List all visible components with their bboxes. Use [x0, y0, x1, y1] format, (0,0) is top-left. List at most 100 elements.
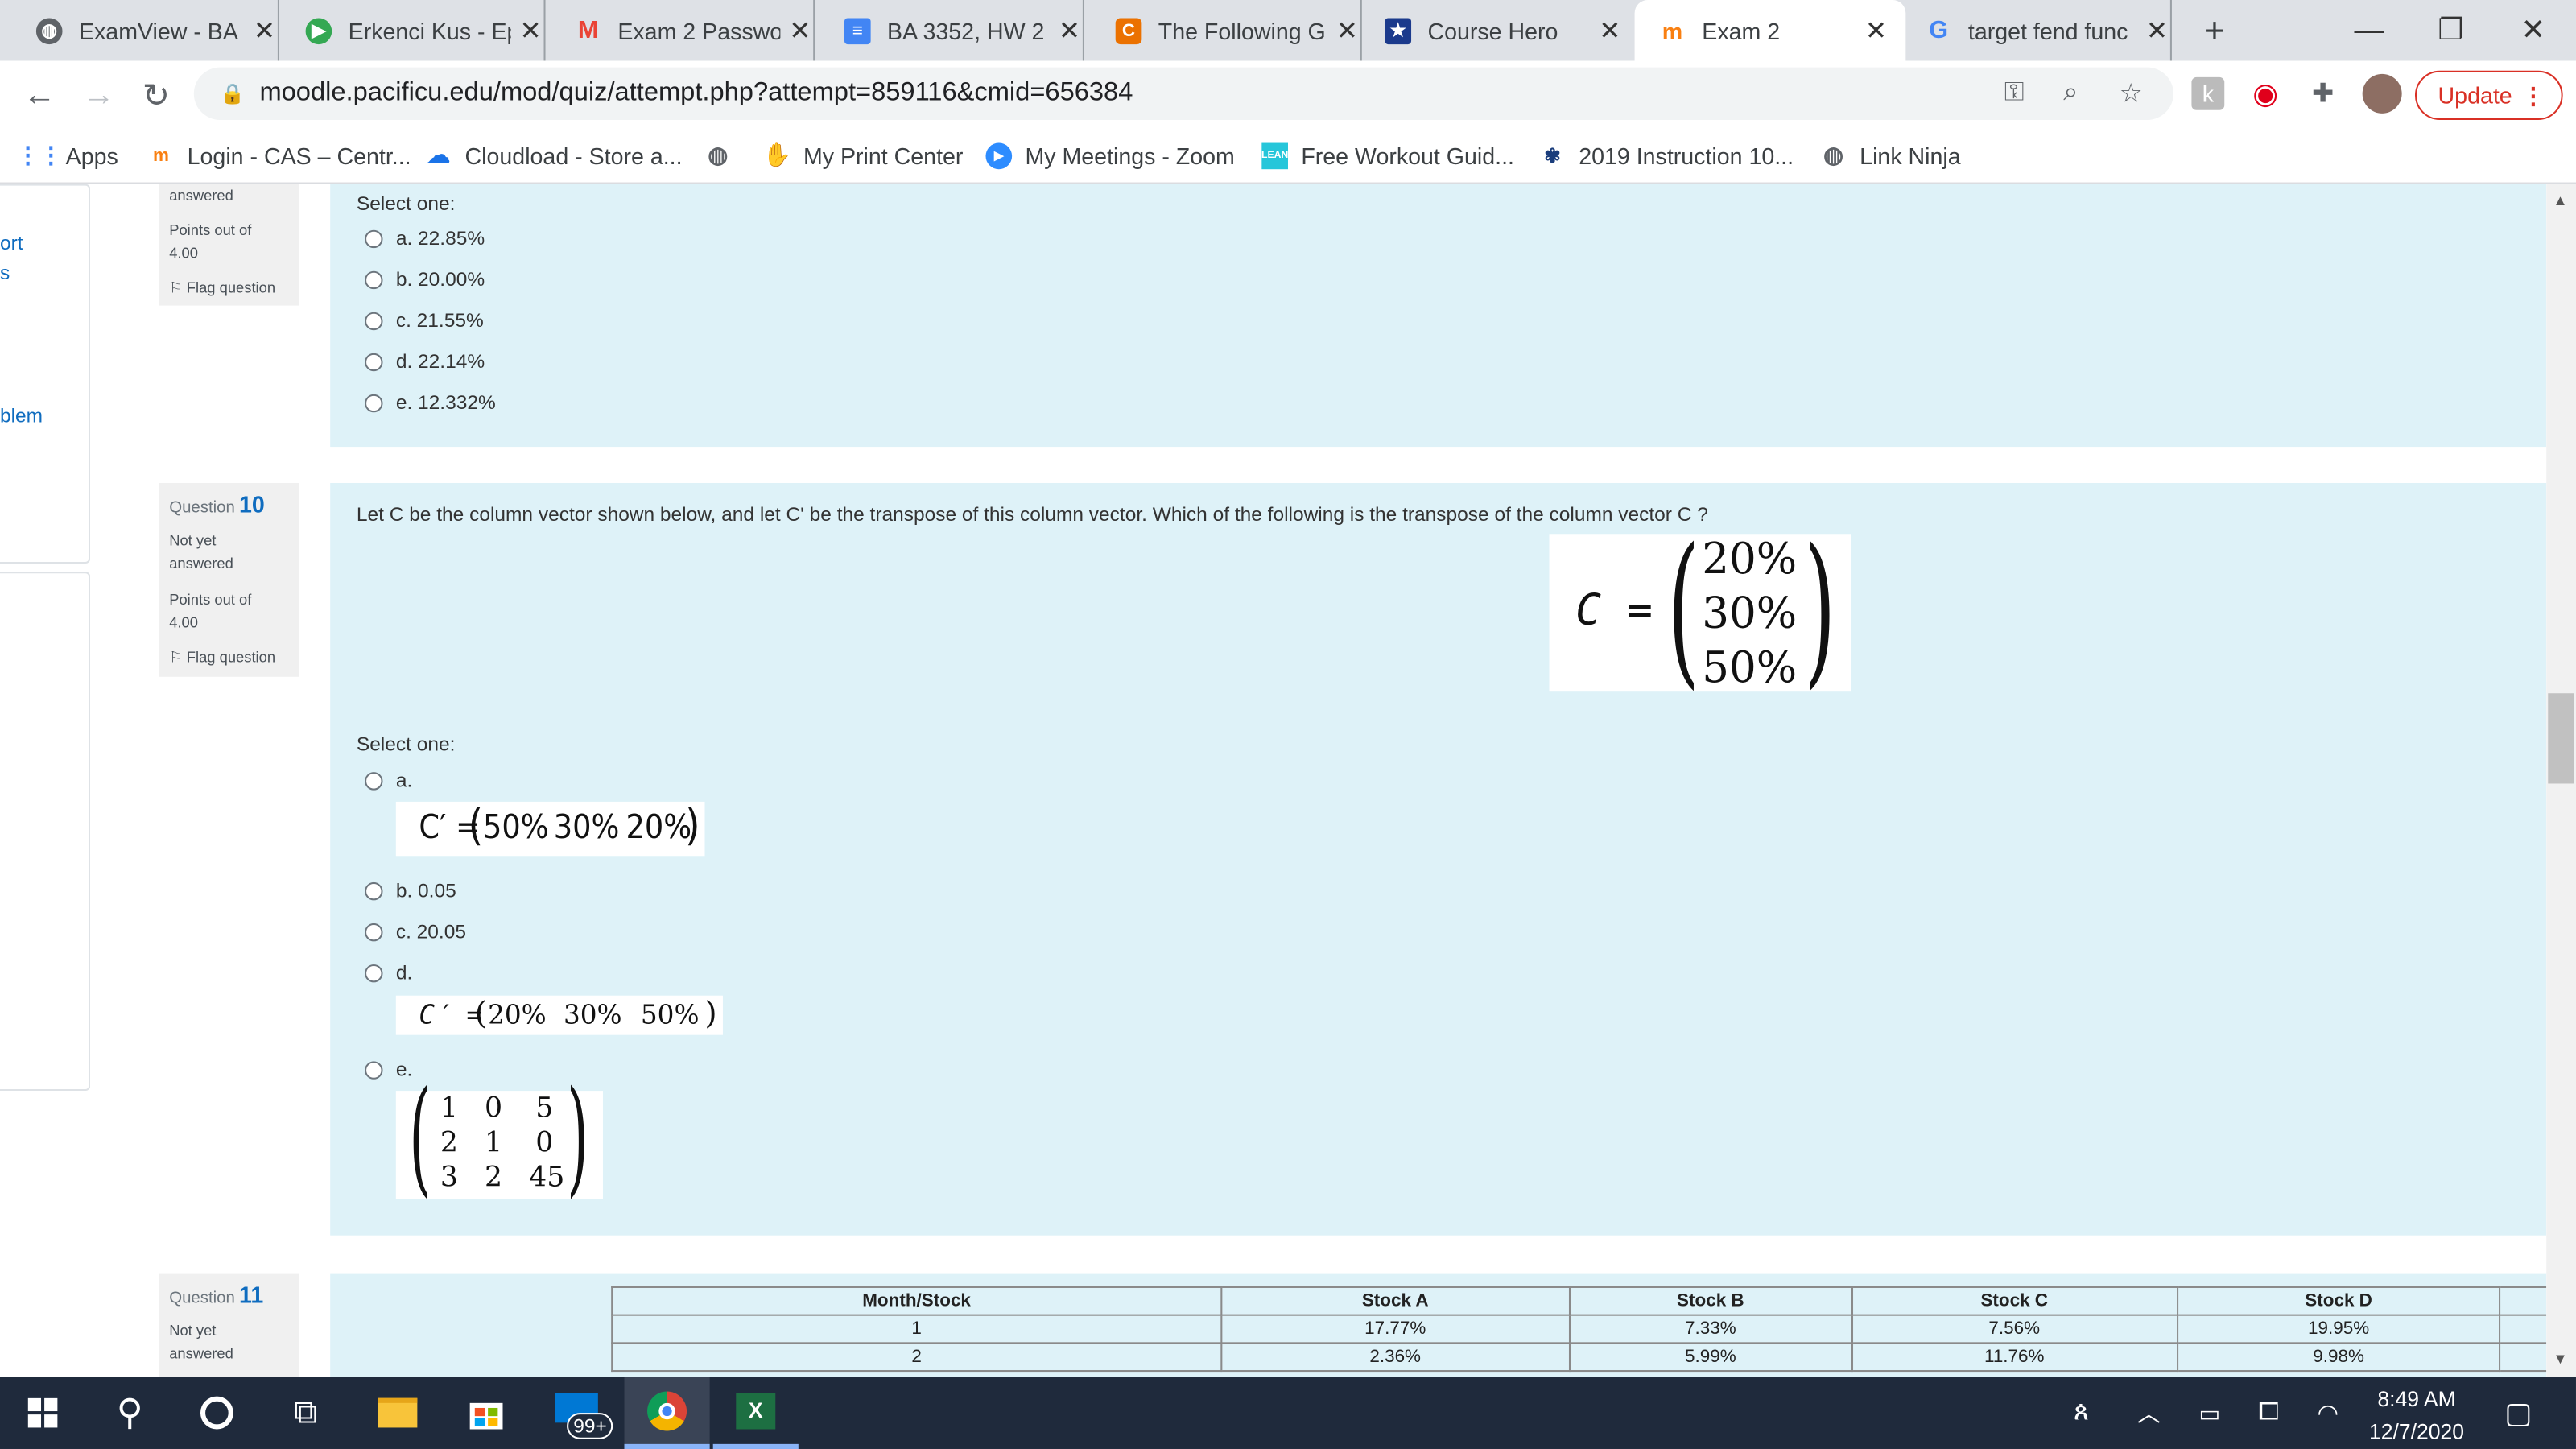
minimize-icon[interactable]: — — [2330, 0, 2409, 61]
radio-button[interactable] — [365, 352, 383, 371]
store-icon[interactable] — [444, 1377, 529, 1449]
radio-button[interactable] — [365, 1060, 383, 1079]
radio-button[interactable] — [365, 771, 383, 790]
back-arrow-icon[interactable]: ← — [19, 76, 59, 115]
scrollbar-thumb[interactable] — [2548, 693, 2574, 784]
close-icon[interactable]: ✕ — [1334, 14, 1360, 47]
address-bar[interactable]: 🔒 moodle.pacificu.edu/mod/quiz/attempt.p… — [193, 67, 2174, 120]
sidebar-link[interactable]: ort — [0, 232, 23, 255]
answer-option-c[interactable]: c. 20.05 — [365, 920, 466, 943]
url-text[interactable]: moodle.pacificu.edu/mod/quiz/attempt.php… — [259, 79, 1133, 109]
question-status: answered — [169, 1345, 233, 1362]
answer-option-b[interactable]: b. 20.00% — [365, 268, 485, 291]
answer-option-a[interactable]: a. — [365, 769, 412, 792]
radio-button[interactable] — [365, 311, 383, 330]
bookmark-zoom[interactable]: ▸ My Meetings - Zoom — [985, 126, 1235, 184]
answer-option-d[interactable]: d. — [365, 961, 412, 984]
radio-button[interactable] — [365, 922, 383, 941]
more-menu-icon[interactable]: ⋮ — [2522, 81, 2545, 109]
close-icon[interactable]: ✕ — [1056, 14, 1083, 47]
flag-question-link[interactable]: ⚐ Flag question — [169, 646, 289, 669]
sidebar-link[interactable]: s — [0, 261, 10, 284]
bookmark-apps[interactable]: ⋮⋮ Apps — [16, 126, 118, 184]
close-icon[interactable]: ✕ — [2144, 14, 2170, 47]
reload-icon[interactable]: ↻ — [136, 76, 175, 115]
forward-arrow-icon[interactable]: → — [79, 76, 118, 115]
answer-option-c[interactable]: c. 21.55% — [365, 309, 484, 332]
radio-button[interactable] — [365, 229, 383, 248]
answer-option-a[interactable]: a. 22.85% — [365, 227, 485, 250]
avatar[interactable] — [2362, 73, 2402, 114]
close-icon[interactable]: ✕ — [1863, 14, 1889, 47]
windows-start-icon[interactable] — [0, 1377, 85, 1449]
question-info-q10: Question 10 Not yet answered Points out … — [159, 482, 299, 677]
system-clock[interactable]: 8:49 AM 12/7/2020 — [2352, 1377, 2480, 1449]
mail-icon[interactable]: 99+ — [534, 1377, 619, 1449]
excel-icon[interactable]: X — [712, 1377, 799, 1449]
zoom-icon[interactable]: ⌕ — [2063, 79, 2078, 109]
star-icon[interactable]: ☆ — [2120, 77, 2143, 110]
tab-chegg[interactable]: C The Following G ✕ — [1115, 0, 1362, 61]
vertical-scrollbar[interactable]: ▲ ▼ — [2546, 184, 2576, 1377]
tab-title: Course Hero — [1427, 17, 1558, 44]
bookmark-link-ninja[interactable]: ◍ Link Ninja — [1820, 126, 1961, 184]
bookmark-globe[interactable]: ◍ — [705, 126, 745, 184]
bookmark-workout[interactable]: LEAN Free Workout Guid... — [1261, 126, 1514, 184]
question-label: Question — [169, 1290, 235, 1308]
close-window-icon[interactable]: ✕ — [2494, 0, 2573, 61]
table-header-row: Month/Stock Stock A Stock B Stock C Stoc… — [611, 1286, 2547, 1316]
tab-title: ExamView - BA — [78, 17, 238, 44]
bookmark-instruction[interactable]: ✾ 2019 Instruction 10... — [1539, 126, 1794, 184]
restore-icon[interactable]: ❐ — [2412, 0, 2491, 61]
answer-option-d[interactable]: d. 22.14% — [365, 350, 485, 373]
close-icon[interactable]: ✕ — [251, 14, 278, 47]
question-text: Let C be the column vector shown below, … — [356, 502, 1708, 526]
bookmark-login-cas[interactable]: m Login - CAS – Centr... — [148, 126, 411, 184]
tab-erkenci-kus[interactable]: ▶ Erkenci Kus - Ep ✕ — [305, 0, 546, 61]
scroll-up-icon[interactable]: ▲ — [2553, 192, 2567, 208]
cortana-icon[interactable] — [177, 1377, 256, 1449]
flag-question-link[interactable]: ⚐ Flag question — [169, 276, 289, 299]
chrome-icon[interactable] — [624, 1377, 710, 1449]
sidebar-link[interactable]: blem — [0, 404, 43, 427]
task-view-icon[interactable]: ⧉ — [266, 1377, 345, 1449]
chevron-up-icon[interactable]: ︿ — [2129, 1377, 2169, 1449]
tab-gmail[interactable]: M Exam 2 Passwor ✕ — [575, 0, 815, 61]
update-button[interactable]: Update ⋮ — [2414, 70, 2563, 120]
search-icon[interactable]: ⚲ — [90, 1377, 169, 1449]
display-icon[interactable]: ⧠ — [2248, 1377, 2290, 1449]
zoom-icon: ▸ — [985, 142, 1013, 169]
wifi-icon[interactable]: ◠ — [2306, 1377, 2349, 1449]
tab-docs[interactable]: ≡ BA 3352, HW 2 ✕ — [844, 0, 1084, 61]
answer-option-e[interactable]: e. 12.332% — [365, 391, 496, 414]
lock-icon: 🔒 — [220, 82, 245, 105]
people-icon[interactable]: ጰ — [2057, 1377, 2106, 1449]
scroll-down-icon[interactable]: ▼ — [2553, 1351, 2567, 1367]
extension-icon[interactable]: k — [2191, 76, 2225, 110]
opera-icon[interactable]: ◉ — [2249, 76, 2282, 110]
tab-exam-2[interactable]: m Exam 2 ✕ — [1634, 0, 1906, 61]
tab-examview[interactable]: ◍ ExamView - BA ✕ — [35, 0, 279, 61]
coursehero-icon: ★ — [1385, 17, 1412, 44]
bookmark-cloudload[interactable]: ☁ Cloudload - Store a... — [426, 126, 683, 184]
key-icon[interactable]: ⚿ — [2004, 79, 2025, 109]
radio-button[interactable] — [365, 393, 383, 412]
apps-grid-icon: ⋮⋮ — [16, 141, 63, 168]
radio-button[interactable] — [365, 270, 383, 289]
file-explorer-icon[interactable] — [355, 1377, 440, 1449]
notifications-icon[interactable]: ▢ — [2494, 1377, 2543, 1449]
bookmark-print-center[interactable]: ✋ My Print Center — [763, 126, 964, 184]
answer-option-b[interactable]: b. 0.05 — [365, 879, 456, 902]
tab-google-search[interactable]: G target fend func ✕ — [1926, 0, 2172, 61]
new-tab-button[interactable]: + — [2195, 0, 2235, 61]
answer-option-e[interactable]: e. — [365, 1058, 412, 1081]
tab-course-hero[interactable]: ★ Course Hero ✕ — [1385, 0, 1623, 61]
close-icon[interactable]: ✕ — [1597, 14, 1624, 47]
close-icon[interactable]: ✕ — [787, 14, 814, 47]
battery-icon[interactable]: ▭ — [2188, 1377, 2231, 1449]
question-status: answered — [169, 187, 233, 204]
radio-button[interactable] — [365, 881, 383, 900]
close-icon[interactable]: ✕ — [518, 14, 544, 47]
radio-button[interactable] — [365, 963, 383, 982]
puzzle-icon[interactable]: ✚ — [2306, 77, 2339, 110]
